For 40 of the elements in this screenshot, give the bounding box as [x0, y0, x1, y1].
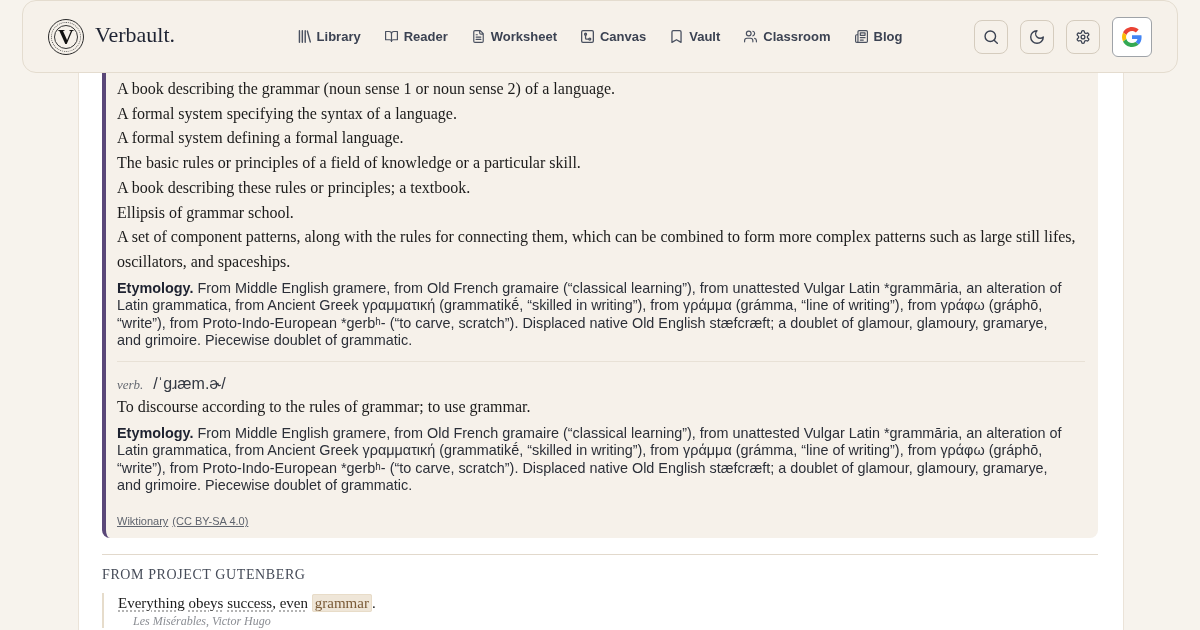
definition-text: To discourse according to the rules of grammar; to use grammar.: [117, 397, 532, 418]
nav-link[interactable]: Classroom: [744, 29, 831, 44]
moon-icon: [1030, 29, 1044, 44]
pronunciation-text: /ˈɡɹæm.ɚ/: [153, 374, 226, 394]
frame-icon: [581, 30, 594, 43]
search-button[interactable]: [974, 19, 1008, 54]
definition-text: A formal system defining a formal language.: [117, 128, 405, 149]
books-icon: [297, 30, 311, 43]
source-link[interactable]: Wiktionary: [117, 513, 169, 530]
theme-button[interactable]: [1020, 19, 1054, 54]
definition-text: Ellipsis of grammar school.: [117, 202, 295, 224]
logo-text: Verbault.: [95, 21, 176, 48]
quote-text: Everything obeys success, even grammar .: [118, 593, 377, 615]
people-icon: [744, 30, 758, 43]
settings-button[interactable]: [1066, 19, 1100, 54]
g-logo-icon: [1122, 26, 1142, 47]
nav-link[interactable]: Worksheet: [471, 29, 557, 44]
settings-icon: [1076, 29, 1090, 44]
definition-text: A book describing the grammar (noun sense 1 or noun sense 2) of a language.: [117, 79, 617, 100]
nav-link[interactable]: Vault: [670, 29, 721, 44]
part-of-speech-label: verb.: [117, 376, 144, 394]
search-icon: [984, 29, 998, 44]
definition-text: A set of component patterns, along with the rules for connecting them, which can be combined to form more complex patterns such as large still lifes, oscillators, and spaceships.: [117, 227, 1077, 273]
license-link[interactable]: (CC BY-SA 4.0): [172, 513, 249, 530]
definition-text: The basic rules or principles of a field of knowledge or a particular skill.: [117, 153, 582, 174]
newspaper-icon: [854, 30, 868, 43]
definition-text: A formal system specifying the syntax of a language.: [117, 103, 458, 125]
g-logo-button[interactable]: [1112, 16, 1152, 57]
quote-source: Les Misérables, Victor Hugo: [132, 614, 272, 629]
open-book-icon: [384, 30, 398, 43]
bookmark-icon: [670, 30, 684, 43]
section-heading: FROM PROJECT GUTENBERG: [102, 566, 307, 585]
etymology-text: Etymology. From Middle English gramere, from Old French gramaire (“classical learning”), from unattested Vulgar Latin *grammāria, an alteration of Latin grammatica, from Ancient Greek γραμματική (grammatikḗ, “skilled in writing”), from γράμμα (grámma, “line of writing”), from γράφω (gráphō, “write”), from Proto-Indo-European *gerbʰ- (“to carve, scratch”). Displaced native Old English stæfcræft; a doublet of glamour, glamoury, gramarye, and grimoire. Piecewise doublet of grammatic.: [117, 279, 1063, 350]
etymology-text: Etymology. From Middle English gramere, from Old French gramaire (“classical learning”), from unattested Vulgar Latin *grammāria, an alteration of Latin grammatica, from Ancient Greek γραμματική (grammatikḗ, “skilled in writing”), from γράμμα (grámma, “line of writing”), from γράφω (gráphō, “write”), from Proto-Indo-European *gerbʰ- (“to carve, scratch”). Displaced native Old English stæfcræft; a doublet of glamour, glamoury, gramarye, and grimoire. Piecewise doublet of grammatic.: [117, 424, 1063, 496]
document-icon: [471, 30, 485, 43]
nav-link[interactable]: Blog: [854, 29, 903, 44]
definition-text: A book describing these rules or principles; a textbook.: [117, 177, 472, 199]
nav-link[interactable]: Reader: [384, 29, 448, 44]
nav-link[interactable]: Library: [297, 29, 361, 44]
nav-link[interactable]: Canvas: [581, 29, 647, 44]
